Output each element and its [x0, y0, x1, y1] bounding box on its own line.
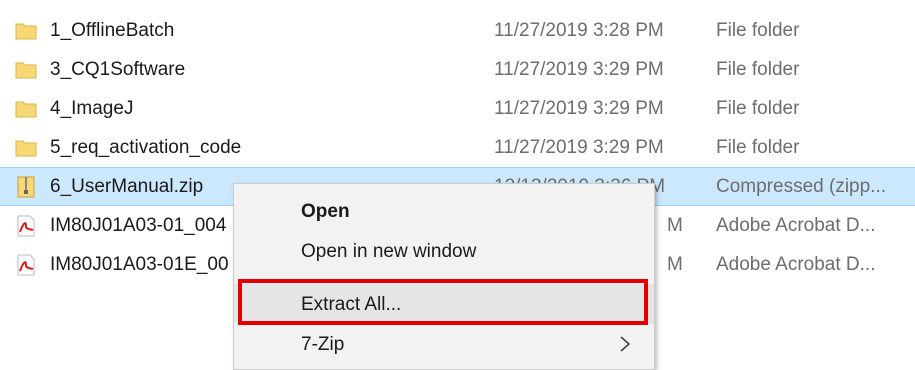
file-type: File folder [716, 137, 800, 158]
file-date: 11/27/2019 3:29 PM [494, 137, 664, 158]
file-type: File folder [716, 98, 800, 119]
context-menu: Open Open in new window Extract All... 7… [233, 183, 655, 370]
file-name: 6_UserManual.zip [50, 176, 204, 197]
pdf-file-icon [17, 254, 35, 276]
file-date: 11/27/2019 3:29 PM [494, 59, 664, 80]
file-date: 11/27/2019 3:28 PM [494, 20, 664, 41]
file-type: Compressed (zipp... [716, 176, 887, 197]
file-date: 11/27/2019 3:29 PM [494, 98, 664, 119]
file-name: 5_req_activation_code [50, 137, 242, 158]
menu-item-label: Open [301, 201, 350, 222]
file-type: Adobe Acrobat D... [716, 215, 876, 236]
file-row[interactable]: 4_ImageJ 11/27/2019 3:29 PM File folder [0, 90, 915, 129]
file-row[interactable]: 3_CQ1Software 11/27/2019 3:29 PM File fo… [0, 51, 915, 90]
folder-icon [15, 101, 37, 118]
folder-icon [15, 140, 37, 157]
file-row[interactable]: 1_OfflineBatch 11/27/2019 3:28 PM File f… [0, 12, 915, 51]
file-row[interactable]: 5_req_activation_code 11/27/2019 3:29 PM… [0, 129, 915, 168]
folder-icon [15, 62, 37, 79]
menu-item-label: Extract All... [301, 294, 402, 315]
folder-icon [15, 23, 37, 40]
file-name: IM80J01A03-01_004 [50, 215, 227, 236]
file-type: File folder [716, 20, 800, 41]
file-date: M [667, 215, 683, 236]
menu-item-extract-all[interactable]: Extract All... [234, 284, 654, 324]
file-name: 1_OfflineBatch [50, 20, 175, 41]
pdf-file-icon [17, 215, 35, 237]
file-name: 4_ImageJ [50, 98, 134, 119]
menu-item-open[interactable]: Open [234, 191, 654, 231]
chevron-right-icon [620, 336, 631, 352]
file-name: 3_CQ1Software [50, 59, 186, 80]
zip-file-icon [17, 176, 35, 198]
file-date: M [667, 254, 683, 275]
file-type: File folder [716, 59, 800, 80]
file-type: Adobe Acrobat D... [716, 254, 876, 275]
menu-item-7zip[interactable]: 7-Zip [234, 324, 654, 364]
menu-item-open-new-window[interactable]: Open in new window [234, 231, 654, 271]
file-name: IM80J01A03-01E_00 [50, 254, 229, 275]
menu-item-label: Open in new window [301, 241, 477, 262]
